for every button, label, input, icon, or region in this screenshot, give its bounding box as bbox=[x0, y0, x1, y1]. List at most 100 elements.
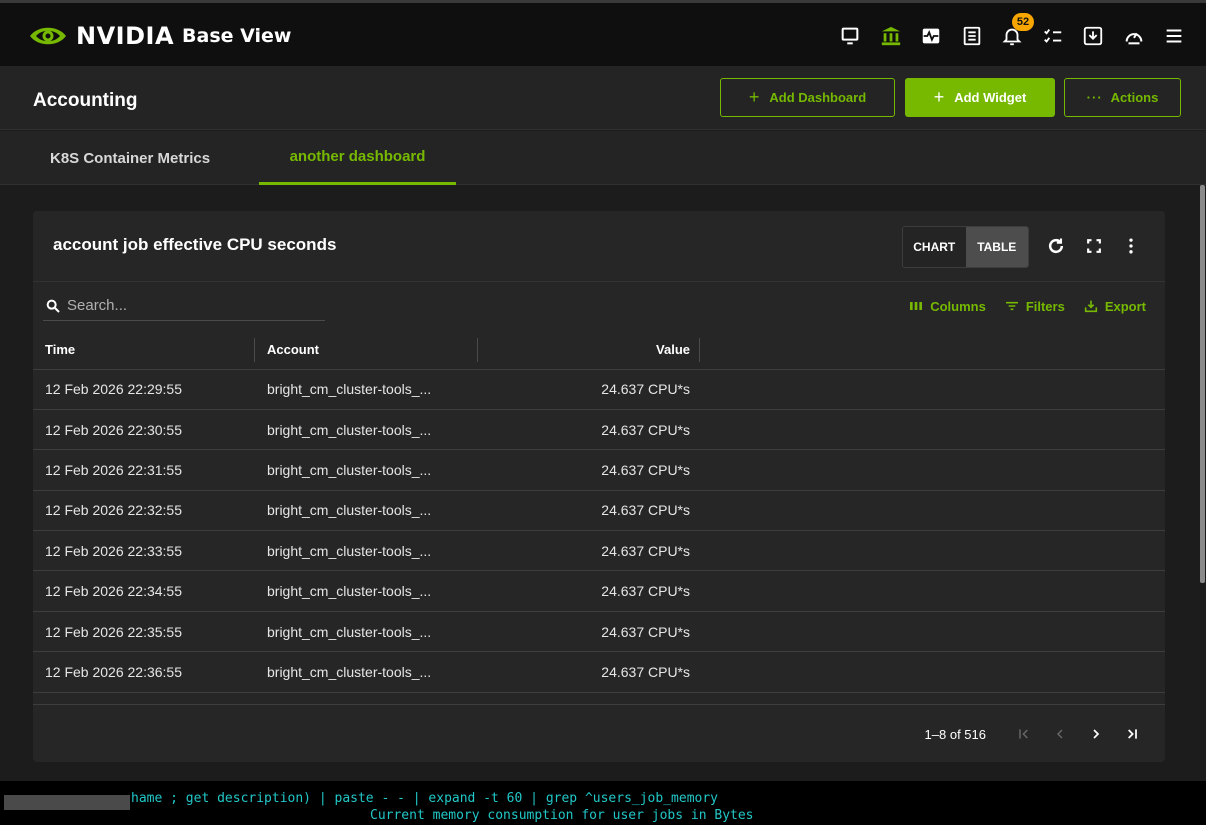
cell-time: 12 Feb 2026 22:30:55 bbox=[33, 409, 255, 451]
column-header-value[interactable]: Value bbox=[478, 331, 700, 370]
cell-time: 12 Feb 2026 22:33:55 bbox=[33, 530, 255, 572]
add-widget-button[interactable]: + Add Widget bbox=[905, 78, 1055, 117]
top-nav-icons: 52 bbox=[828, 13, 1206, 51]
cell-spacer bbox=[700, 409, 1165, 451]
table-row[interactable]: 12 Feb 2026 22:31:55 bright_cm_cluster-to… bbox=[33, 449, 1165, 491]
brand-name: NVIDIA bbox=[76, 22, 175, 50]
actions-button[interactable]: ··· Actions bbox=[1064, 78, 1181, 117]
fullscreen-icon[interactable] bbox=[1082, 233, 1106, 259]
columns-button[interactable]: Columns bbox=[908, 298, 986, 314]
redacted-block bbox=[4, 795, 130, 810]
table-header-row: Time Account Value bbox=[33, 331, 1165, 370]
cell-spacer bbox=[700, 651, 1165, 693]
column-header-label: Value bbox=[656, 342, 690, 358]
filters-label: Filters bbox=[1025, 298, 1065, 314]
last-page-button[interactable] bbox=[1114, 719, 1150, 749]
cell-value: 24.637 CPU*s bbox=[478, 530, 700, 572]
cell-value: 24.637 CPU*s bbox=[478, 490, 700, 532]
cell-spacer bbox=[700, 530, 1165, 572]
first-page-button[interactable] bbox=[1006, 719, 1042, 749]
cell-account: bright_cm_cluster-tools_... bbox=[255, 409, 478, 451]
table-row[interactable]: 12 Feb 2026 22:32:55 bright_cm_cluster-to… bbox=[33, 490, 1165, 532]
table-row[interactable]: 12 Feb 2026 22:33:55 bright_cm_cluster-to… bbox=[33, 530, 1165, 572]
bank-icon[interactable] bbox=[873, 21, 909, 51]
filter-icon bbox=[1005, 301, 1018, 311]
menu-icon[interactable] bbox=[1156, 21, 1192, 51]
data-table: Time Account Value 12 Feb 2026 22:29:55 … bbox=[33, 331, 1165, 693]
cell-value: 24.637 CPU*s bbox=[478, 449, 700, 491]
add-widget-label: Add Widget bbox=[954, 90, 1027, 105]
heartbeat-icon[interactable] bbox=[913, 21, 949, 51]
tab-another-dashboard[interactable]: another dashboard bbox=[259, 131, 456, 185]
download-icon[interactable] bbox=[1075, 21, 1111, 51]
refresh-icon[interactable] bbox=[1044, 233, 1068, 259]
dashboard-tabs: K8S Container Metrics another dashboard bbox=[0, 131, 1206, 185]
top-bar: NVIDIA Base View 52 bbox=[0, 0, 1206, 66]
view-toggle: CHART TABLE bbox=[902, 226, 1029, 268]
page-header: Accounting + Add Dashboard + Add Widget … bbox=[0, 66, 1206, 130]
search-icon bbox=[46, 299, 60, 313]
cell-spacer bbox=[700, 611, 1165, 653]
add-dashboard-label: Add Dashboard bbox=[769, 90, 867, 105]
table-row[interactable]: 12 Feb 2026 22:30:55 bright_cm_cluster-to… bbox=[33, 409, 1165, 451]
cell-account: bright_cm_cluster-tools_... bbox=[255, 449, 478, 491]
cell-account: bright_cm_cluster-tools_... bbox=[255, 530, 478, 572]
search-input[interactable] bbox=[67, 297, 307, 314]
chart-view-button[interactable]: CHART bbox=[903, 227, 966, 267]
cell-account: bright_cm_cluster-tools_... bbox=[255, 369, 478, 410]
table-row[interactable]: 12 Feb 2026 22:29:55 bright_cm_cluster-to… bbox=[33, 369, 1165, 410]
vertical-scrollbar[interactable] bbox=[1200, 185, 1206, 781]
table-row[interactable]: 12 Feb 2026 22:35:55 bright_cm_cluster-to… bbox=[33, 611, 1165, 653]
chevron-right-icon bbox=[1093, 729, 1100, 739]
cell-time: 12 Feb 2026 22:32:55 bbox=[33, 490, 255, 532]
columns-label: Columns bbox=[930, 298, 986, 314]
next-page-button[interactable] bbox=[1078, 719, 1114, 749]
bell-icon[interactable]: 52 bbox=[994, 13, 1034, 51]
widget-card: account job effective CPU seconds CHART … bbox=[33, 211, 1165, 762]
cell-value: 24.637 CPU*s bbox=[478, 570, 700, 612]
cell-time: 12 Feb 2026 22:31:55 bbox=[33, 449, 255, 491]
pagination-range: 1–8 of 516 bbox=[924, 726, 986, 742]
column-header-account[interactable]: Account bbox=[255, 331, 478, 370]
product-name: Base View bbox=[182, 25, 292, 47]
scrollbar-thumb[interactable] bbox=[1200, 185, 1205, 583]
widget-title: account job effective CPU seconds bbox=[53, 235, 337, 254]
column-header-label: Time bbox=[45, 342, 76, 358]
cell-time: 12 Feb 2026 22:29:55 bbox=[33, 369, 255, 410]
more-horizontal-icon: ··· bbox=[1086, 90, 1103, 105]
export-icon bbox=[1084, 300, 1097, 313]
pagination: 1–8 of 516 bbox=[925, 719, 1150, 749]
cell-value: 24.637 CPU*s bbox=[478, 651, 700, 693]
table-view-button[interactable]: TABLE bbox=[965, 227, 1028, 267]
add-dashboard-button[interactable]: + Add Dashboard bbox=[720, 78, 895, 117]
cell-spacer bbox=[700, 490, 1165, 532]
table-row[interactable]: 12 Feb 2026 22:34:55 bright_cm_cluster-to… bbox=[33, 570, 1165, 612]
more-vertical-icon[interactable] bbox=[1119, 233, 1143, 259]
export-button[interactable]: Export bbox=[1083, 298, 1146, 314]
brand-logo[interactable]: NVIDIA Base View bbox=[28, 21, 291, 51]
terminal-line: hame ; get description) | paste - - | ex… bbox=[131, 791, 718, 806]
cell-spacer bbox=[700, 449, 1165, 491]
previous-page-button[interactable] bbox=[1042, 719, 1078, 749]
table-toolbar: Columns Filters Export bbox=[890, 295, 1146, 317]
column-header-label: Account bbox=[267, 342, 319, 358]
monitor-icon[interactable] bbox=[832, 21, 868, 51]
cell-account: bright_cm_cluster-tools_... bbox=[255, 570, 478, 612]
column-header-time[interactable]: Time bbox=[33, 331, 255, 370]
cell-time: 12 Feb 2026 22:34:55 bbox=[33, 570, 255, 612]
app-window: NVIDIA Base View 52 Accounting + Add Das… bbox=[0, 0, 1206, 825]
filters-button[interactable]: Filters bbox=[1004, 298, 1065, 314]
cell-time: 12 Feb 2026 22:36:55 bbox=[33, 651, 255, 693]
gauge-icon[interactable] bbox=[1116, 21, 1152, 51]
checklist-icon[interactable] bbox=[1035, 21, 1071, 51]
table-row[interactable]: 12 Feb 2026 22:36:55 bright_cm_cluster-to… bbox=[33, 651, 1165, 693]
list-icon[interactable] bbox=[954, 21, 990, 51]
divider bbox=[33, 281, 1165, 282]
cell-spacer bbox=[700, 570, 1165, 612]
cell-account: bright_cm_cluster-tools_... bbox=[255, 611, 478, 653]
cell-account: bright_cm_cluster-tools_... bbox=[255, 651, 478, 693]
tab-k8s-container-metrics[interactable]: K8S Container Metrics bbox=[50, 131, 210, 185]
cell-value: 24.637 CPU*s bbox=[478, 409, 700, 451]
terminal-output: hame ; get description) | paste - - | ex… bbox=[0, 781, 1206, 825]
actions-label: Actions bbox=[1110, 90, 1159, 105]
